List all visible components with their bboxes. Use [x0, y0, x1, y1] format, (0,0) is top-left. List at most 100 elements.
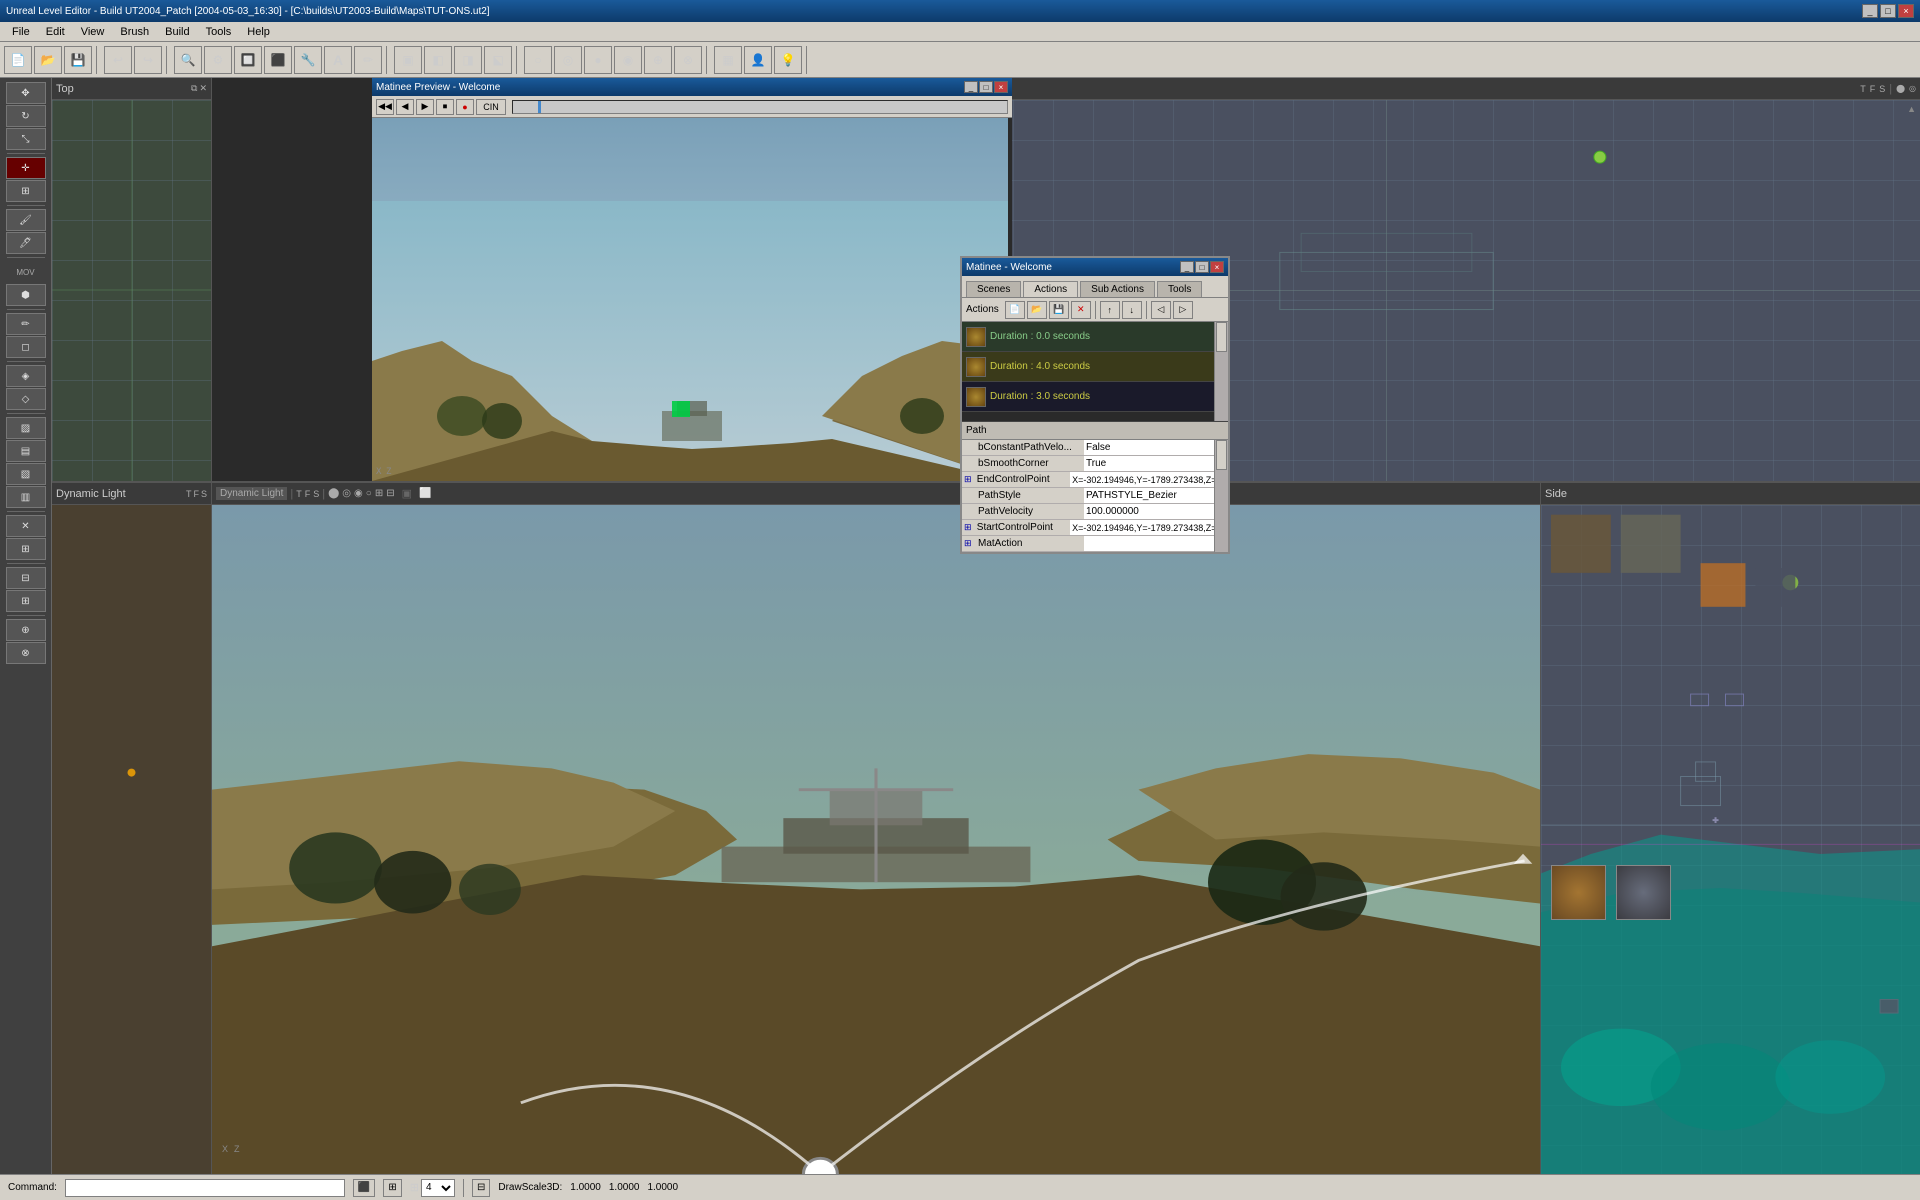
toolbar-d3[interactable]: 💡 — [774, 46, 802, 74]
dl-icon1[interactable]: T — [186, 489, 192, 499]
main3d-btn2[interactable]: ◎ — [342, 488, 351, 499]
lt-move3[interactable]: ⬢ — [6, 284, 46, 306]
toolbar-redo[interactable]: ↪ — [134, 46, 162, 74]
mp-progress-cursor[interactable] — [538, 101, 541, 113]
toolbar-generic1[interactable]: ⚙ — [204, 46, 232, 74]
main3d-btn5[interactable]: ⊞ — [375, 488, 383, 499]
tab-tools[interactable]: Tools — [1157, 281, 1202, 297]
lt-special1[interactable]: ✕ — [6, 515, 46, 537]
mat-new-btn[interactable]: 📄 — [1005, 301, 1025, 319]
lt-vertex1[interactable]: ◈ — [6, 365, 46, 387]
top-viewport[interactable]: Top ⧉ ✕ — [52, 78, 212, 481]
main3d-viewport-body[interactable]: XZ — [212, 505, 1540, 1174]
mat-up-btn[interactable]: ↑ — [1100, 301, 1120, 319]
mp-back-btn[interactable]: ◀ — [396, 99, 414, 115]
front-vp-btn1[interactable]: ⬤ — [1896, 84, 1905, 93]
toolbar-generic2[interactable]: 🔲 — [234, 46, 262, 74]
toolbar-c5[interactable]: ⊕ — [644, 46, 672, 74]
mat-action-row-1[interactable]: Duration : 0.0 seconds S — [962, 322, 1228, 352]
command-input[interactable] — [65, 1179, 345, 1197]
mat-open-btn[interactable]: 📂 — [1027, 301, 1047, 319]
path-prop-expand-6[interactable]: ⊞ — [964, 522, 973, 533]
status-btn-2[interactable]: ⊞ — [383, 1179, 401, 1197]
mat-extra2-btn[interactable]: ▷ — [1173, 301, 1193, 319]
dl-icon2[interactable]: F — [193, 489, 199, 499]
tab-scenes[interactable]: Scenes — [966, 281, 1021, 297]
path-prop-val-3[interactable]: X=-302.194946,Y=-1789.273438,Z=... — [1070, 472, 1226, 487]
mp-close[interactable]: × — [994, 81, 1008, 93]
top-vp-icon2[interactable]: ✕ — [199, 83, 207, 94]
menu-help[interactable]: Help — [239, 24, 278, 40]
main3d-icon-t[interactable]: T — [296, 489, 302, 499]
front-icon-t[interactable]: T — [1860, 84, 1866, 94]
toolbar-d2[interactable]: 👤 — [744, 46, 772, 74]
toolbar-b3[interactable]: ◨ — [454, 46, 482, 74]
mp-record-btn[interactable]: ● — [456, 99, 474, 115]
lt-move2[interactable]: ✛ — [6, 157, 46, 179]
menu-tools[interactable]: Tools — [198, 24, 240, 40]
lt-move[interactable]: ✥ — [6, 82, 46, 104]
top-vp-icon1[interactable]: ⧉ — [191, 83, 197, 94]
path-prop-val-7[interactable]: ▼ — [1084, 536, 1226, 551]
lt-final[interactable]: ⊕ — [6, 619, 46, 641]
mp-play-btn[interactable]: ▶ — [416, 99, 434, 115]
path-prop-val-1[interactable]: False — [1084, 440, 1226, 455]
toolbar-b4[interactable]: ⬕ — [484, 46, 512, 74]
toolbar-paint[interactable]: ✏ — [354, 46, 382, 74]
lt-rotate[interactable]: ↻ — [6, 105, 46, 127]
path-prop-val-5[interactable]: 100.000000 — [1084, 504, 1226, 519]
actions-scrollbar[interactable] — [1214, 322, 1228, 421]
lt-copy1[interactable]: ⊟ — [6, 567, 46, 589]
menu-view[interactable]: View — [73, 24, 113, 40]
window-controls[interactable]: _ □ × — [1862, 4, 1914, 18]
dl-icon3[interactable]: S — [201, 489, 207, 499]
lt-copy2[interactable]: ⊞ — [6, 590, 46, 612]
toolbar-b2[interactable]: ◧ — [424, 46, 452, 74]
toolbar-new[interactable]: 📄 — [4, 46, 32, 74]
toolbar-d1[interactable]: ▦ — [714, 46, 742, 74]
tab-subactions[interactable]: Sub Actions — [1080, 281, 1155, 297]
toolbar-c3[interactable]: ● — [584, 46, 612, 74]
front-icon-f[interactable]: F — [1870, 84, 1876, 94]
lt-scale[interactable]: ⤡ — [6, 128, 46, 150]
dynamic-light-viewport[interactable]: Dynamic Light T F S — [52, 483, 212, 1174]
lt-brush2[interactable]: 🖊 — [6, 232, 46, 254]
toolbar-c6[interactable]: ⊗ — [674, 46, 702, 74]
top-viewport-body[interactable] — [52, 100, 211, 481]
main3d-btn4[interactable]: ○ — [366, 488, 372, 499]
mp-cin-btn[interactable]: CIN — [476, 99, 506, 115]
minimize-button[interactable]: _ — [1862, 4, 1878, 18]
mp-minimize[interactable]: _ — [964, 81, 978, 93]
main-3d-viewport[interactable]: Dynamic Light | T F S | ⬤ ◎ ◉ ○ ⊞ ⊟ ▣ ⬜ — [212, 483, 1540, 1174]
toolbar-undo[interactable]: ↩ — [104, 46, 132, 74]
mat-maximize[interactable]: □ — [1195, 261, 1209, 273]
menu-file[interactable]: File — [4, 24, 38, 40]
main3d-icon-f[interactable]: F — [305, 489, 311, 499]
main3d-btn7[interactable]: ⬜ — [419, 488, 431, 499]
toolbar-save[interactable]: 💾 — [64, 46, 92, 74]
mat-action-row-3[interactable]: Duration : 3.0 seconds S — [962, 382, 1228, 412]
toolbar-c4[interactable]: ◉ — [614, 46, 642, 74]
status-display-btn[interactable]: ⊟ — [472, 1179, 490, 1197]
path-prop-expand-3[interactable]: ⊞ — [964, 474, 973, 485]
main3d-btn3[interactable]: ◉ — [354, 488, 363, 499]
menu-edit[interactable]: Edit — [38, 24, 73, 40]
side-viewport[interactable]: Side — [1540, 483, 1920, 1174]
mp-rewind-btn[interactable]: ◀◀ — [376, 99, 394, 115]
maximize-button[interactable]: □ — [1880, 4, 1896, 18]
toolbar-b1[interactable]: ▣ — [394, 46, 422, 74]
front-icon-s[interactable]: S — [1879, 84, 1885, 94]
lt-pencil[interactable]: ✏ — [6, 313, 46, 335]
lt-vertex2[interactable]: ◇ — [6, 388, 46, 410]
matinee-preview-panel[interactable]: Matinee Preview - Welcome _ □ × ◀◀ ◀ ▶ ⏹… — [372, 78, 1012, 481]
mat-extra1-btn[interactable]: ◁ — [1151, 301, 1171, 319]
tab-actions[interactable]: Actions — [1023, 281, 1078, 297]
status-grid-selector[interactable]: ⊞ 481632 — [410, 1179, 455, 1197]
toolbar-generic4[interactable]: 🔧 — [294, 46, 322, 74]
close-button[interactable]: × — [1898, 4, 1914, 18]
mat-save-btn[interactable]: 💾 — [1049, 301, 1069, 319]
dl-viewport-body[interactable] — [52, 505, 211, 1174]
path-prop-val-2[interactable]: True — [1084, 456, 1226, 471]
lt-final2[interactable]: ⊗ — [6, 642, 46, 664]
lt-terrain4[interactable]: ▥ — [6, 486, 46, 508]
